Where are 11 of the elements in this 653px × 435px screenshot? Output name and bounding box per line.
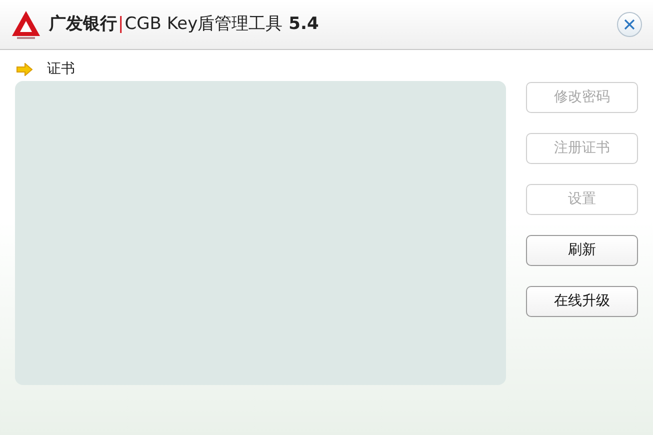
close-button[interactable] <box>617 12 642 37</box>
bank-name: 广发银行 <box>49 12 117 36</box>
action-button[interactable]: 刷新 <box>526 235 638 266</box>
product-name: CGB Key盾管理工具 <box>124 12 283 36</box>
title-separator: | <box>118 12 124 36</box>
action-button[interactable]: 在线升级 <box>526 286 638 317</box>
version-number: 5.4 <box>288 12 319 36</box>
section-label: 证书 <box>47 60 75 78</box>
arrow-icon <box>16 62 33 76</box>
close-icon <box>624 19 635 30</box>
logo-icon <box>11 10 41 40</box>
